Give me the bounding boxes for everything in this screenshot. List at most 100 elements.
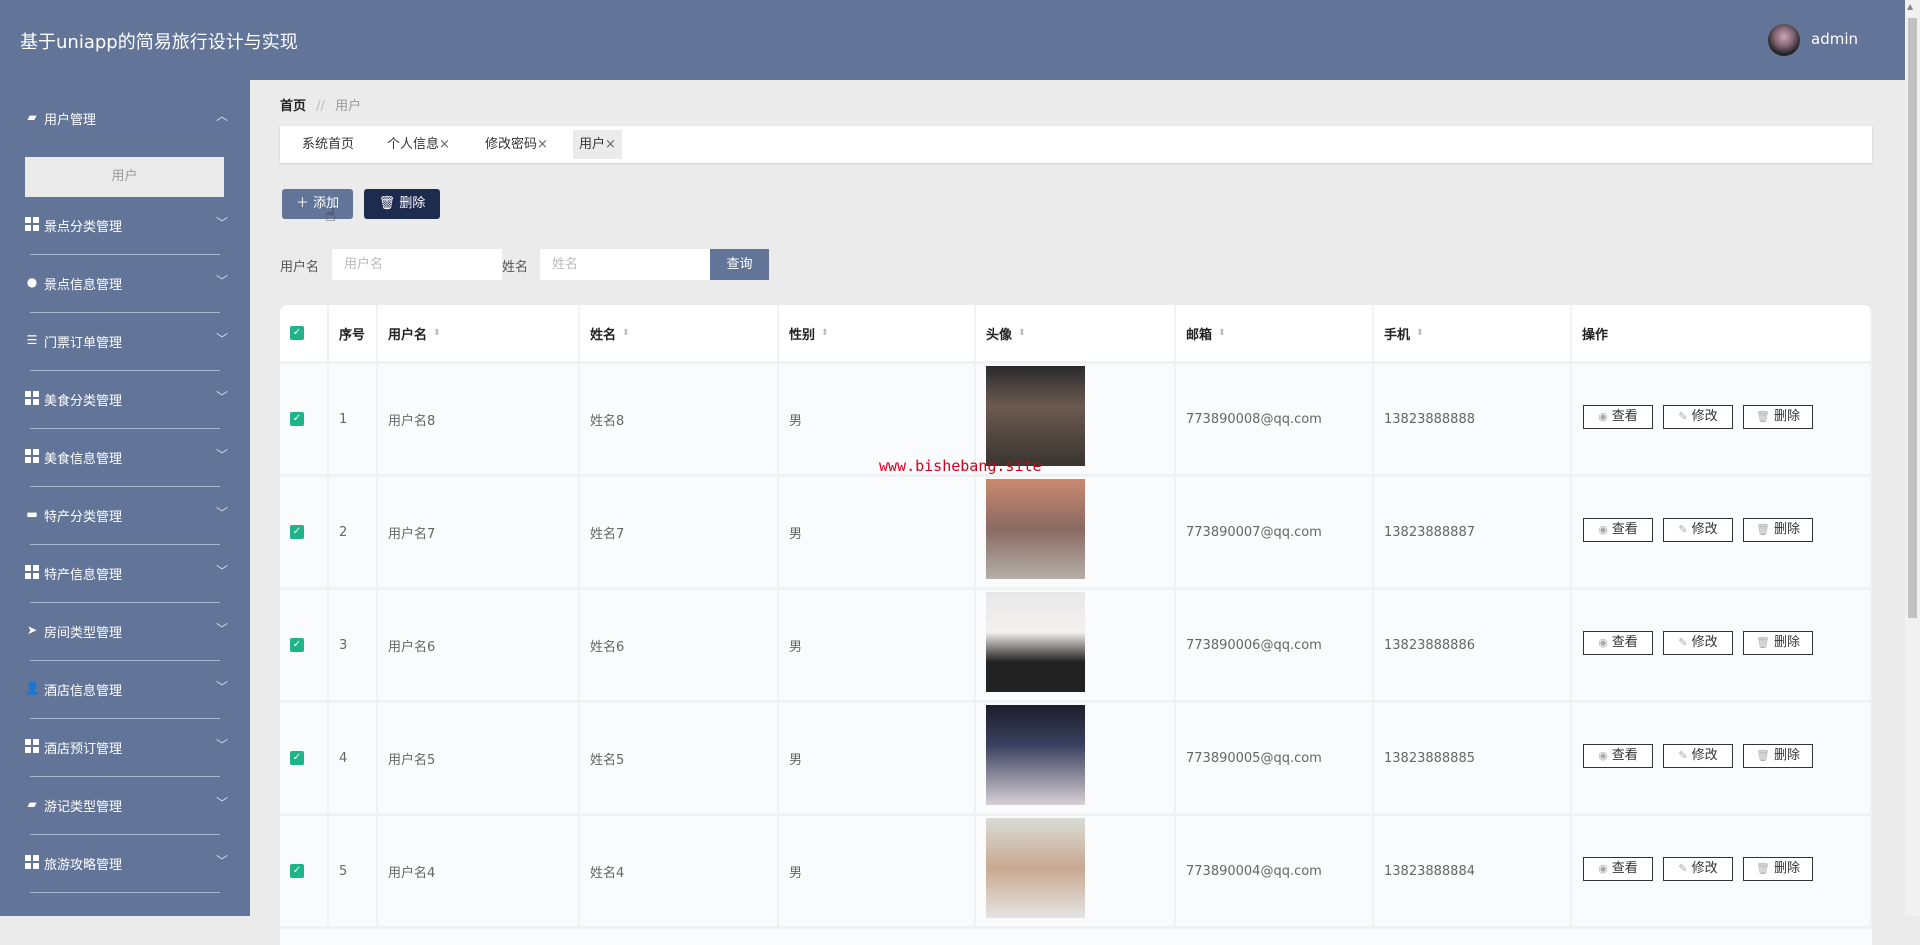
view-button[interactable]: ◉ 查看	[1583, 631, 1653, 655]
name-cell: 姓名8	[580, 364, 779, 474]
sidebar-subitem-user[interactable]: 用户	[25, 157, 224, 197]
username-label[interactable]: admin	[1811, 30, 1858, 48]
edit-button[interactable]: ✎ 修改	[1663, 518, 1733, 542]
username-search-input[interactable]: 用户名	[332, 249, 502, 280]
edit-button[interactable]: ✎ 修改	[1663, 744, 1733, 768]
row-checkbox-cell[interactable]: ✓	[280, 816, 329, 926]
sidebar-item-6[interactable]: ▬ 特产分类管理 ﹀	[0, 487, 250, 545]
row-checkbox[interactable]: ✓	[290, 751, 304, 765]
sidebar-item-label: 景点信息管理	[44, 278, 123, 293]
row-checkbox[interactable]: ✓	[290, 412, 304, 426]
row-checkbox-cell[interactable]: ✓	[280, 364, 329, 474]
sidebar-item-4[interactable]: 美食分类管理 ﹀	[0, 371, 250, 429]
name-value: 姓名4	[590, 865, 625, 881]
view-button[interactable]: ◉ 查看	[1583, 744, 1653, 768]
row-checkbox[interactable]: ✓	[290, 525, 304, 539]
column-header[interactable]: 性别 ⬍	[779, 305, 976, 361]
tab-3[interactable]: 用户×	[573, 130, 622, 159]
sidebar-item-11[interactable]: ▰ 游记类型管理 ﹀	[0, 777, 250, 835]
column-header[interactable]: 序号	[329, 305, 378, 361]
column-header[interactable]: 手机 ⬍	[1374, 305, 1572, 361]
row-checkbox-cell[interactable]: ✓	[280, 590, 329, 700]
chevron-down-icon: ﹀	[216, 506, 229, 520]
column-header[interactable]: 操作	[1572, 305, 1872, 361]
sidebar-item-1[interactable]: 景点分类管理 ﹀	[0, 197, 250, 255]
table-row: ✓ 2 用户名7 姓名7 男 773890007@qq.com 13823888887 ◉ 查看…	[280, 477, 1872, 590]
delete-button[interactable]: 🗑 删除	[1743, 631, 1813, 655]
select-all-checkbox[interactable]: ✓	[290, 326, 304, 340]
close-icon[interactable]: ×	[605, 137, 616, 152]
name-search-input[interactable]: 姓名	[540, 249, 710, 280]
avatar-cell	[976, 703, 1176, 813]
delete-button[interactable]: 🗑 删除	[1743, 857, 1813, 881]
sidebar-item-label: 酒店预订管理	[44, 742, 123, 757]
actions-cell: ◉ 查看 ✎ 修改 🗑 删除	[1572, 590, 1872, 700]
sidebar-item-3[interactable]: ☰ 门票订单管理 ﹀	[0, 313, 250, 371]
delete-button[interactable]: 🗑 删除	[1743, 518, 1813, 542]
sort-icon[interactable]: ⬍	[821, 328, 829, 338]
index-value: 1	[339, 411, 348, 427]
query-button[interactable]: 查询	[710, 249, 769, 280]
row-checkbox-cell[interactable]: ✓	[280, 703, 329, 813]
avatar[interactable]	[1768, 24, 1800, 56]
sidebar-item-9[interactable]: 👤 酒店信息管理 ﹀	[0, 661, 250, 719]
view-button[interactable]: ◉ 查看	[1583, 405, 1653, 429]
select-all-checkbox-cell[interactable]: ✓	[280, 305, 329, 361]
sidebar-item-10[interactable]: 酒店预订管理 ﹀	[0, 719, 250, 777]
tab-1[interactable]: 个人信息×	[381, 130, 456, 159]
edit-label: 修改	[1691, 409, 1718, 424]
scroll-up-arrow-icon[interactable]: ▲	[1907, 2, 1913, 11]
phone-value: 13823888884	[1384, 863, 1475, 879]
row-checkbox[interactable]: ✓	[290, 864, 304, 878]
edit-button[interactable]: ✎ 修改	[1663, 405, 1733, 429]
tab-0[interactable]: 系统首页	[296, 130, 360, 159]
scrollbar-thumb[interactable]	[1908, 18, 1917, 618]
gender-cell: 男	[779, 590, 976, 700]
edit-button[interactable]: ✎ 修改	[1663, 631, 1733, 655]
row-checkbox[interactable]: ✓	[290, 638, 304, 652]
trash-icon: 🗑	[1756, 749, 1770, 762]
row-checkbox-cell[interactable]: ✓	[280, 477, 329, 587]
column-header[interactable]: 邮箱 ⬍	[1176, 305, 1374, 361]
chevron-down-icon: ﹀	[216, 680, 229, 694]
email-cell: 773890005@qq.com	[1176, 703, 1374, 813]
top-header: 基于uniapp的简易旅行设计与实现 admin	[0, 0, 1905, 80]
add-button[interactable]: ＋ 添加	[282, 189, 353, 219]
hand-cursor-icon: ☝	[325, 205, 336, 226]
sidebar-item-7[interactable]: 特产信息管理 ﹀	[0, 545, 250, 603]
sort-icon[interactable]: ⬍	[622, 328, 630, 338]
column-header[interactable]: 用户名 ⬍	[378, 305, 580, 361]
email-cell: 773890008@qq.com	[1176, 364, 1374, 474]
tab-2[interactable]: 修改密码×	[479, 130, 554, 159]
sidebar-item-2[interactable]: ● 景点信息管理 ﹀	[0, 255, 250, 313]
breadcrumb-home[interactable]: 首页	[280, 99, 306, 114]
delete-button[interactable]: 🗑 删除	[1743, 405, 1813, 429]
sort-icon[interactable]: ⬍	[1416, 328, 1424, 338]
sidebar-item-5[interactable]: 美食信息管理 ﹀	[0, 429, 250, 487]
sidebar-item-12[interactable]: 旅游攻略管理 ﹀	[0, 835, 250, 893]
username-cell: 用户名5	[378, 703, 580, 813]
view-button[interactable]: ◉ 查看	[1583, 857, 1653, 881]
table-row: ✓ 5 用户名4 姓名4 男 773890004@qq.com 13823888884 ◉ 查看…	[280, 816, 1872, 929]
edit-button[interactable]: ✎ 修改	[1663, 857, 1733, 881]
sidebar-item-0[interactable]: ▰ 用户管理 ︿	[0, 90, 250, 176]
email-value: 773890006@qq.com	[1186, 637, 1322, 653]
sort-icon[interactable]: ⬍	[1018, 328, 1026, 338]
name-cell: 姓名6	[580, 590, 779, 700]
column-header-label: 性别	[789, 327, 816, 343]
sort-icon[interactable]: ⬍	[433, 328, 441, 338]
column-header[interactable]: 头像 ⬍	[976, 305, 1176, 361]
chevron-down-icon: ﹀	[216, 854, 229, 868]
column-header[interactable]: 姓名 ⬍	[580, 305, 779, 361]
paper-plane-icon: ➤	[26, 623, 38, 637]
chevron-down-icon: ﹀	[216, 390, 229, 404]
sidebar-item-label: 美食信息管理	[44, 452, 123, 467]
view-button[interactable]: ◉ 查看	[1583, 518, 1653, 542]
delete-button[interactable]: 🗑 删除	[1743, 744, 1813, 768]
close-icon[interactable]: ×	[537, 137, 548, 152]
sort-icon[interactable]: ⬍	[1218, 328, 1226, 338]
batch-delete-button[interactable]: 🗑 删除	[364, 189, 440, 219]
close-icon[interactable]: ×	[439, 137, 450, 152]
sidebar-item-8[interactable]: ➤ 房间类型管理 ﹀	[0, 603, 250, 661]
index-cell: 3	[329, 590, 378, 700]
